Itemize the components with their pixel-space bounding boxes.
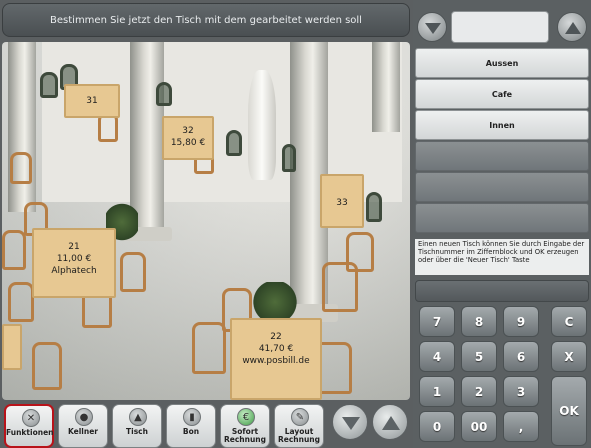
kellner-button[interactable]: ● Kellner bbox=[58, 404, 108, 448]
room-empty-slot bbox=[415, 172, 589, 202]
table-amount: 15,80 € bbox=[170, 138, 206, 148]
table-21[interactable]: 21 11,00 € Alphatech bbox=[32, 228, 116, 298]
table-name: Alphatech bbox=[51, 266, 97, 276]
instruction-bar: Bestimmen Sie jetzt den Tisch mit dem ge… bbox=[2, 3, 410, 37]
key-1[interactable]: 1 bbox=[419, 376, 455, 407]
chair bbox=[346, 232, 374, 272]
layout-icon: ✎ bbox=[291, 408, 309, 426]
room-empty-slot bbox=[415, 203, 589, 233]
button-label: Sofort Rechnung bbox=[223, 427, 267, 444]
key-comma[interactable]: , bbox=[503, 411, 539, 442]
waiter-icon: ● bbox=[75, 408, 93, 426]
table-22[interactable]: 22 41,70 € www.posbill.de bbox=[230, 318, 322, 400]
button-label: Bon bbox=[182, 427, 200, 436]
table-number: 33 bbox=[336, 198, 348, 208]
table-amount: 41,70 € bbox=[258, 344, 294, 354]
chair bbox=[2, 230, 26, 270]
key-9[interactable]: 9 bbox=[503, 306, 539, 337]
table-amount: 11,00 € bbox=[56, 254, 92, 264]
key-7[interactable]: 7 bbox=[419, 306, 455, 337]
chair bbox=[10, 152, 32, 184]
button-label: Kellner bbox=[67, 427, 99, 436]
instruction-text: Bestimmen Sie jetzt den Tisch mit dem ge… bbox=[50, 15, 362, 26]
chair bbox=[40, 72, 58, 98]
plant bbox=[252, 282, 298, 322]
tools-icon: ✕ bbox=[22, 409, 40, 427]
chevron-down-icon bbox=[342, 417, 360, 430]
key-ok[interactable]: OK bbox=[551, 376, 587, 446]
key-3[interactable]: 3 bbox=[503, 376, 539, 407]
chair bbox=[226, 130, 242, 156]
chevron-up-icon bbox=[382, 416, 400, 430]
tisch-button[interactable]: ▲ Tisch bbox=[112, 404, 162, 448]
table-number: 22 bbox=[270, 332, 282, 342]
floor-plan-area: Bestimmen Sie jetzt den Tisch mit dem ge… bbox=[0, 0, 413, 448]
chair bbox=[120, 252, 146, 292]
table-number: 21 bbox=[68, 242, 80, 252]
key-4[interactable]: 4 bbox=[419, 341, 455, 372]
table-number: 32 bbox=[182, 126, 194, 136]
table-layout-photo: 31 32 15,80 € 33 21 11,00 € Alphatech 22… bbox=[2, 42, 410, 400]
room-name-field bbox=[451, 11, 549, 43]
chair bbox=[282, 144, 296, 172]
button-label: Tisch bbox=[126, 427, 148, 436]
chair bbox=[192, 322, 226, 374]
money-icon: € bbox=[237, 408, 255, 426]
scroll-down-button[interactable] bbox=[332, 404, 368, 440]
key-x[interactable]: X bbox=[551, 341, 587, 372]
statue bbox=[248, 70, 276, 180]
sofort-rechnung-button[interactable]: € Sofort Rechnung bbox=[220, 404, 270, 448]
room-list: Aussen Cafe Innen bbox=[415, 46, 589, 236]
button-label: Funktionen bbox=[6, 428, 54, 437]
table-edge bbox=[2, 324, 22, 370]
table-33[interactable]: 33 bbox=[320, 174, 364, 228]
key-8[interactable]: 8 bbox=[461, 306, 497, 337]
key-clear[interactable]: C bbox=[551, 306, 587, 337]
scroll-up-button[interactable] bbox=[372, 404, 408, 440]
chevron-up-icon bbox=[565, 22, 581, 34]
table-name: www.posbill.de bbox=[242, 356, 310, 366]
room-aussen[interactable]: Aussen bbox=[415, 48, 589, 78]
key-0[interactable]: 0 bbox=[419, 411, 455, 442]
column bbox=[8, 42, 36, 212]
arch bbox=[372, 42, 400, 132]
receipt-icon: ▮ bbox=[183, 408, 201, 426]
funktionen-button[interactable]: ✕ Funktionen bbox=[4, 404, 54, 448]
layout-rechnung-button[interactable]: ✎ Layout Rechnung bbox=[274, 404, 324, 448]
room-empty-slot bbox=[415, 141, 589, 171]
chair bbox=[8, 282, 34, 322]
chair bbox=[32, 342, 62, 390]
button-label: Layout Rechnung bbox=[277, 427, 321, 444]
room-cafe[interactable]: Cafe bbox=[415, 79, 589, 109]
chevron-down-icon bbox=[425, 23, 441, 34]
key-00[interactable]: 00 bbox=[461, 411, 497, 442]
table-icon: ▲ bbox=[129, 408, 147, 426]
room-next-button[interactable] bbox=[557, 12, 587, 42]
bon-button[interactable]: ▮ Bon bbox=[166, 404, 216, 448]
chair bbox=[366, 192, 382, 222]
table-31[interactable]: 31 bbox=[64, 84, 120, 118]
key-6[interactable]: 6 bbox=[503, 341, 539, 372]
room-prev-button[interactable] bbox=[417, 12, 447, 42]
table-32[interactable]: 32 15,80 € bbox=[162, 116, 214, 160]
keypad-display bbox=[415, 280, 589, 302]
key-2[interactable]: 2 bbox=[461, 376, 497, 407]
right-panel: Aussen Cafe Innen Einen neuen Tisch könn… bbox=[413, 0, 591, 448]
chair bbox=[156, 82, 172, 106]
table-number: 31 bbox=[86, 96, 98, 106]
key-5[interactable]: 5 bbox=[461, 341, 497, 372]
room-innen[interactable]: Innen bbox=[415, 110, 589, 140]
info-text: Einen neuen Tisch können Sie durch Einga… bbox=[415, 239, 589, 275]
